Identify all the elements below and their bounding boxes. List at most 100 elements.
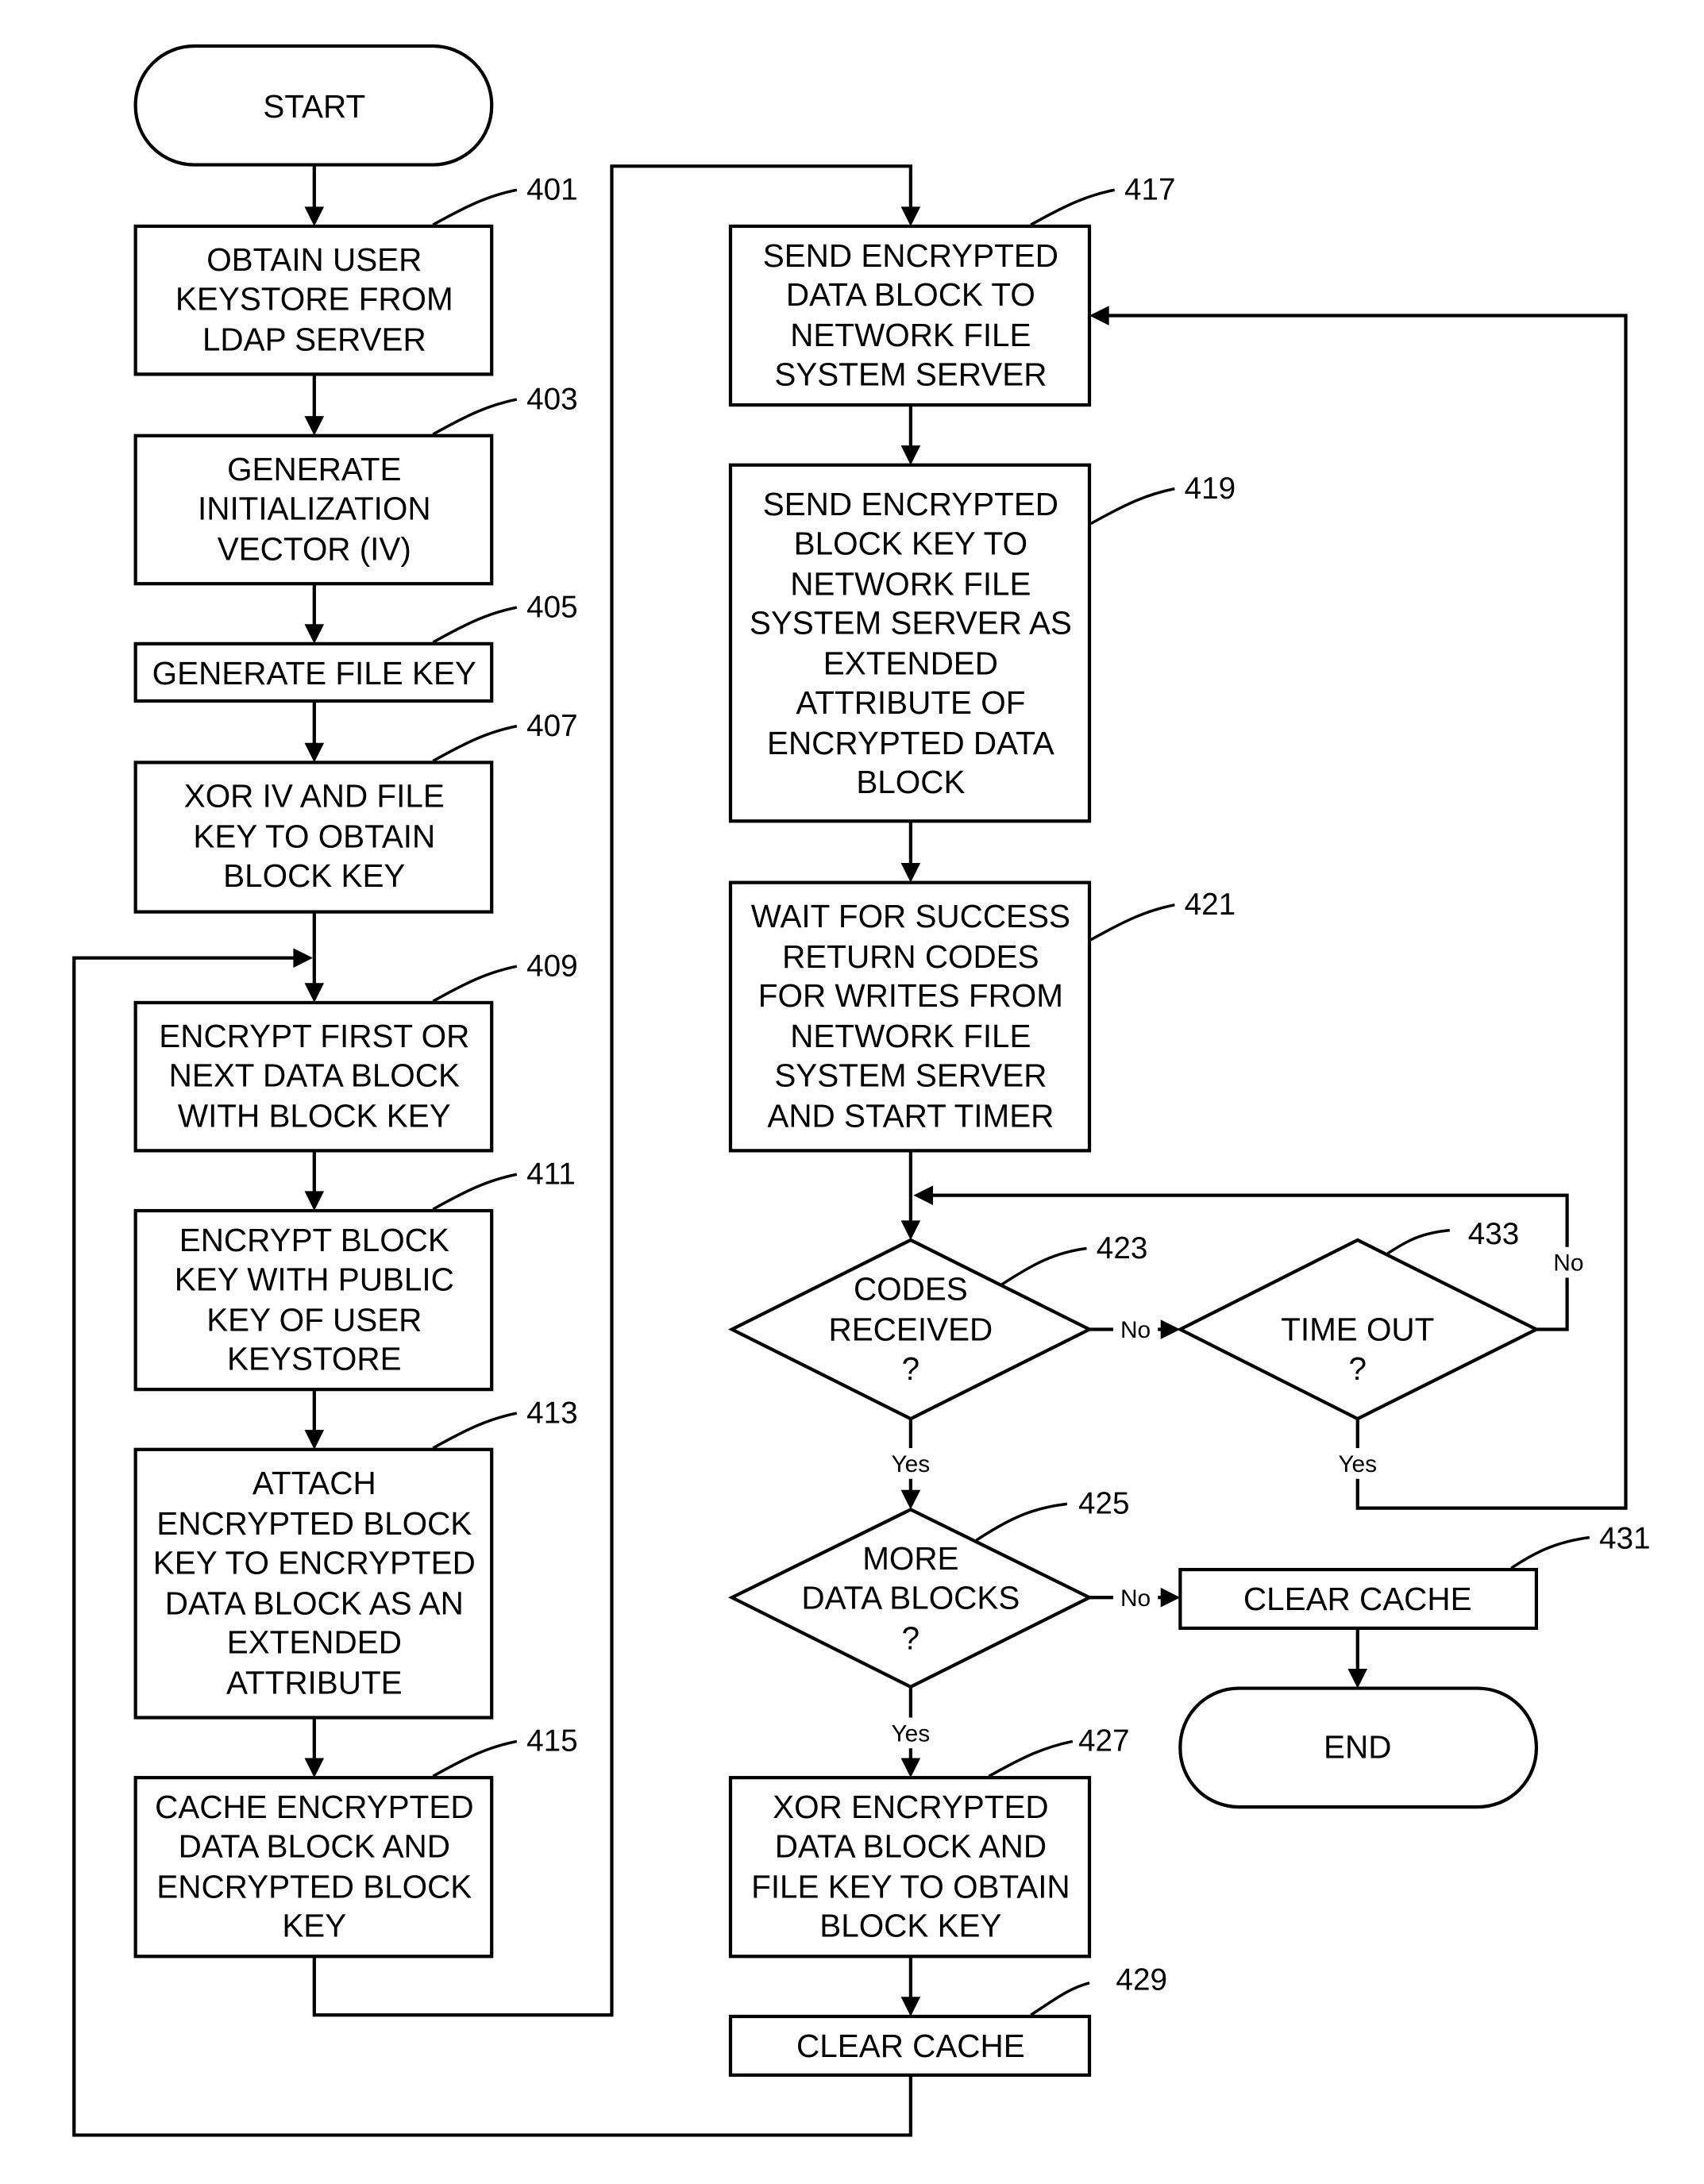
step-421-line: FOR WRITES FROM <box>758 977 1063 1014</box>
terminal-end: END <box>1178 1686 1538 1809</box>
step-415-ref: 415 <box>526 1724 578 1758</box>
leader-line <box>1030 188 1116 226</box>
step-429-ref: 429 <box>1116 1963 1167 1997</box>
step-427-line: DATA BLOCK AND <box>775 1828 1047 1864</box>
branch-label-423-yes: Yes <box>891 1451 930 1477</box>
decision-425-line: MORE <box>862 1540 958 1577</box>
step-407-ref: 407 <box>526 709 578 743</box>
step-413-line: ATTACH <box>253 1465 376 1501</box>
step-413-line: KEY TO ENCRYPTED <box>153 1544 476 1581</box>
step-413-ref: 413 <box>526 1396 578 1430</box>
arrowhead <box>900 1489 921 1510</box>
arrowhead <box>900 1220 921 1240</box>
step-427-line: XOR ENCRYPTED <box>773 1789 1049 1825</box>
decision-425-line: DATA BLOCKS <box>801 1579 1020 1616</box>
step-409-ref: 409 <box>526 949 578 984</box>
step-407-line: KEY TO OBTAIN <box>193 819 435 855</box>
step-405-line: GENERATE FILE KEY <box>152 655 476 691</box>
arrowhead <box>304 206 325 226</box>
leader-line <box>1089 487 1175 526</box>
arrowhead <box>293 948 314 968</box>
step-419-line: EXTENDED <box>823 645 998 682</box>
step-429-line: CLEAR CACHE <box>796 2028 1025 2064</box>
arrowhead <box>304 742 325 763</box>
leader-line <box>1386 1228 1451 1256</box>
arrowhead <box>304 416 325 436</box>
step-413-line: DATA BLOCK AS AN <box>165 1585 464 1621</box>
step-419-line: ATTRIBUTE OF <box>796 684 1025 721</box>
step-403-line: GENERATE <box>227 451 401 487</box>
step-401-line: KEYSTORE FROM <box>175 280 453 317</box>
step-411-line: KEY WITH PUBLIC <box>175 1261 454 1297</box>
step-403-line: INITIALIZATION <box>198 490 431 526</box>
step-431-ref: 431 <box>1599 1522 1651 1556</box>
step-401-line: LDAP SERVER <box>202 321 426 357</box>
step-409-line: ENCRYPT FIRST OR <box>159 1018 469 1054</box>
leader-line <box>988 1739 1074 1778</box>
step-419-line: BLOCK <box>856 764 965 800</box>
step-421-line: SYSTEM SERVER <box>774 1057 1047 1093</box>
step-415-line: CACHE ENCRYPTED <box>155 1789 473 1825</box>
decision-423: CODES RECEIVED ? 423 <box>728 1231 1148 1421</box>
leader-line <box>432 965 518 1003</box>
leader-line <box>1510 1535 1590 1570</box>
step-421-line: NETWORK FILE <box>790 1018 1031 1054</box>
step-421-ref: 421 <box>1185 888 1236 922</box>
step-401-line: OBTAIN USER <box>206 241 422 278</box>
branch-label-425-no: No <box>1120 1585 1151 1612</box>
step-421: WAIT FOR SUCCESS RETURN CODES FOR WRITES… <box>728 880 1236 1153</box>
step-409: ENCRYPT FIRST OR NEXT DATA BLOCK WITH BL… <box>133 949 578 1153</box>
terminal-start-label: START <box>263 88 365 125</box>
step-411-line: KEYSTORE <box>227 1341 401 1377</box>
step-411-line: ENCRYPT BLOCK <box>179 1222 449 1258</box>
arrowhead <box>900 206 921 226</box>
step-413: ATTACH ENCRYPTED BLOCK KEY TO ENCRYPTED … <box>133 1396 578 1720</box>
step-413-line: ATTRIBUTE <box>226 1665 403 1701</box>
arrowhead <box>1160 1587 1181 1608</box>
arrowhead <box>304 983 325 1003</box>
step-417-line: NETWORK FILE <box>790 317 1031 353</box>
step-415: CACHE ENCRYPTED DATA BLOCK AND ENCRYPTED… <box>133 1724 578 1959</box>
leader-line <box>432 724 518 763</box>
decision-425-line: ? <box>902 1620 919 1656</box>
branch-label-423-no: No <box>1120 1317 1151 1343</box>
terminal-start: START <box>133 44 494 167</box>
decision-423-line: ? <box>902 1350 919 1387</box>
decision-423-ref: 423 <box>1097 1231 1148 1265</box>
arrowhead <box>900 1758 921 1778</box>
step-419-line: BLOCK KEY TO <box>794 525 1027 561</box>
step-407-line: XOR IV AND FILE <box>184 778 445 815</box>
step-413-line: EXTENDED <box>227 1624 402 1661</box>
decision-433-ref: 433 <box>1468 1217 1520 1251</box>
arrowhead <box>1347 1668 1368 1689</box>
leader-line <box>432 1739 518 1778</box>
terminal-end-label: END <box>1324 1729 1391 1766</box>
decision-433: TIME OUT ? 433 <box>1176 1217 1540 1421</box>
step-407-line: BLOCK KEY <box>223 857 405 894</box>
step-427-ref: 427 <box>1078 1724 1130 1758</box>
step-409-line: NEXT DATA BLOCK <box>169 1057 460 1093</box>
step-403-line: VECTOR (IV) <box>218 530 411 567</box>
step-427-line: BLOCK KEY <box>819 1908 1001 1944</box>
step-427: XOR ENCRYPTED DATA BLOCK AND FILE KEY TO… <box>728 1724 1130 1959</box>
step-419-line: SYSTEM SERVER AS <box>750 605 1072 641</box>
leader-line <box>1030 1982 1090 2016</box>
step-417-ref: 417 <box>1124 173 1176 207</box>
step-415-line: KEY <box>282 1908 346 1944</box>
step-417-line: DATA BLOCK TO <box>786 276 1035 313</box>
flowchart: No No Yes Yes No Yes START END OBTAIN US… <box>72 44 1651 2137</box>
step-419-line: ENCRYPTED DATA <box>767 725 1054 761</box>
leader-line <box>432 188 518 226</box>
leader-line <box>1000 1246 1087 1286</box>
step-419: SEND ENCRYPTED BLOCK KEY TO NETWORK FILE… <box>728 463 1236 823</box>
arrowhead <box>304 1191 325 1211</box>
step-417: SEND ENCRYPTED DATA BLOCK TO NETWORK FIL… <box>728 173 1176 407</box>
arrowhead <box>913 1185 934 1205</box>
branch-label-433-no: No <box>1553 1250 1583 1277</box>
step-419-ref: 419 <box>1185 472 1236 506</box>
step-405-ref: 405 <box>526 590 578 624</box>
step-421-line: AND START TIMER <box>767 1097 1054 1134</box>
step-401: OBTAIN USER KEYSTORE FROM LDAP SERVER 40… <box>133 173 578 376</box>
step-407: XOR IV AND FILE KEY TO OBTAIN BLOCK KEY … <box>133 709 578 914</box>
step-431: CLEAR CACHE 431 <box>1178 1522 1651 1631</box>
